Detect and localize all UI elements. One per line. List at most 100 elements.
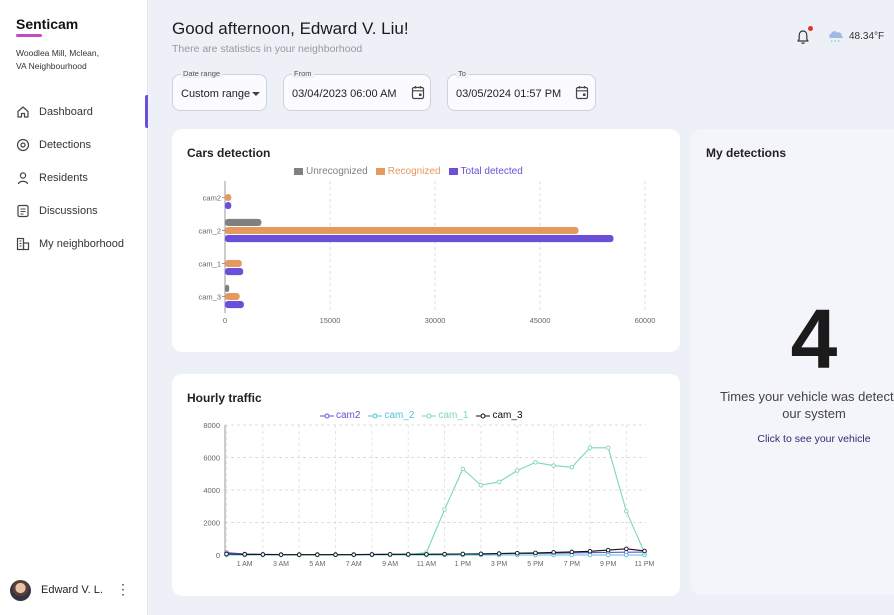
x-tick-label: 7 PM (564, 561, 581, 568)
user-name: Edward V. L. (41, 584, 103, 596)
sidebar-item-discussions[interactable]: Discussions (0, 194, 148, 227)
bar (225, 202, 232, 210)
data-point (642, 548, 647, 554)
data-point (587, 549, 593, 554)
avatar (10, 579, 31, 601)
to-value: 03/05/2024 01:57 PM (456, 88, 562, 100)
bar (225, 284, 230, 292)
data-point (515, 550, 520, 556)
bar (225, 301, 244, 309)
data-point (624, 552, 629, 558)
x-tick-label: 5 AM (309, 561, 325, 568)
data-point (405, 552, 411, 557)
page-title: Good afternoon, Edward V. Liu! (172, 19, 409, 38)
data-point (478, 551, 484, 557)
x-tick-label: 5 PM (527, 561, 544, 568)
calendar-icon[interactable] (575, 85, 589, 100)
location-line-2: VA Neighbourhood (16, 60, 87, 71)
data-point (369, 552, 375, 557)
y-tick-label: 0 (216, 551, 220, 560)
detection-count: 4 (790, 292, 838, 386)
chevron-down-icon (252, 92, 260, 96)
bar (225, 259, 242, 268)
data-point (278, 552, 284, 557)
data-point (460, 551, 466, 557)
data-point (587, 445, 593, 450)
bar (225, 218, 262, 226)
calendar-icon[interactable] (411, 85, 425, 100)
hourly-traffic-chart: 0 2000 4000 6000 8000 1 AM 3 AM 5 AM 7 AM 9 AM 11 … (203, 421, 655, 568)
date-range-label: Date range (181, 69, 223, 78)
document-icon (16, 204, 30, 218)
data-point (624, 546, 629, 552)
cars-detection-chart: 0 15000 30000 45000 60000 cam2 cam_2 cam_1 cam_3 (198, 181, 655, 325)
data-point (551, 550, 556, 555)
bar (225, 268, 244, 276)
data-point (442, 507, 447, 512)
y-tick-label: 6000 (203, 454, 220, 463)
data-point (296, 552, 302, 557)
sidebar-item-label: My neighborhood (39, 237, 125, 250)
bell-icon[interactable] (796, 29, 810, 45)
app-root: Senticam Woodlea Mill, Mclean, VA Neighb… (0, 0, 894, 615)
x-tick-label: 30000 (425, 316, 446, 325)
detection-caption: Times your vehicle was detected our syst… (719, 389, 894, 421)
to-date-field[interactable]: To 03/05/2024 01:57 PM (447, 69, 596, 111)
data-point (460, 466, 466, 472)
data-point (605, 445, 611, 450)
x-tick-label: 9 PM (600, 561, 617, 568)
x-tick-label: 11 PM (635, 561, 655, 568)
x-tick-label: 15000 (320, 316, 341, 325)
data-point (533, 550, 538, 556)
data-point (315, 552, 320, 557)
location-line-1: Woodlea Mill, Mclean, (16, 48, 99, 58)
data-point (605, 552, 611, 558)
data-point (569, 464, 575, 470)
date-range-select[interactable]: Date range Custom range (172, 69, 267, 111)
x-tick-label: 1 PM (455, 561, 472, 568)
sidebar-item-dashboard[interactable]: Dashboard (0, 95, 148, 128)
y-tick-label: 8000 (203, 421, 220, 430)
sidebar-item-label: Residents (39, 171, 88, 184)
from-label: From (292, 69, 314, 78)
bar (225, 292, 240, 301)
sidebar-item-label: Detections (39, 138, 91, 151)
sidebar-item-label: Dashboard (39, 105, 93, 118)
person-icon (16, 171, 30, 185)
y-tick-label: 4000 (203, 486, 220, 495)
my-detections-card: My detections 4 Times your vehicle was d… (691, 129, 894, 595)
data-point (387, 552, 393, 557)
data-point (496, 551, 502, 556)
data-point (442, 551, 447, 557)
data-point (605, 547, 611, 553)
notification-dot (808, 26, 813, 31)
x-tick-label: 3 AM (273, 561, 289, 568)
x-tick-label: 11 AM (417, 561, 436, 568)
data-point (551, 463, 556, 468)
x-tick-label: 0 (223, 316, 227, 325)
data-point (351, 552, 356, 557)
y-tick-label: cam_3 (198, 293, 221, 302)
x-tick-label: 9 AM (382, 561, 398, 568)
hourly-traffic-card: Hourly traffic cam2 cam_2 cam_1 cam_3 0 2000… (172, 374, 680, 596)
x-tick-label: 45000 (530, 316, 551, 325)
brand-logo: Senticam (16, 16, 79, 32)
user-profile[interactable]: Edward V. L. ⋮ (10, 578, 140, 602)
sidebar-item-detections[interactable]: Detections (0, 128, 148, 161)
buildings-icon (16, 237, 30, 251)
y-tick-label: cam_2 (198, 227, 221, 236)
home-icon (16, 105, 30, 119)
from-date-field[interactable]: From 03/04/2023 06:00 AM (283, 69, 431, 111)
sidebar-item-residents[interactable]: Residents (0, 161, 148, 194)
temperature: 48.34°F (849, 31, 885, 42)
see-vehicle-link[interactable]: Click to see your vehicle (691, 433, 894, 445)
y-tick-label: cam2 (203, 194, 221, 203)
data-point (478, 482, 484, 488)
card-title: My detections (706, 146, 787, 160)
data-point (587, 552, 593, 558)
more-options-icon[interactable]: ⋮ (116, 581, 130, 597)
cars-detection-card: Cars detection Unrecognized Recognized T… (172, 129, 680, 352)
sidebar-item-my-neighborhood[interactable]: My neighborhood (0, 227, 148, 260)
data-point (624, 508, 629, 514)
from-value: 03/04/2023 06:00 AM (292, 88, 397, 100)
